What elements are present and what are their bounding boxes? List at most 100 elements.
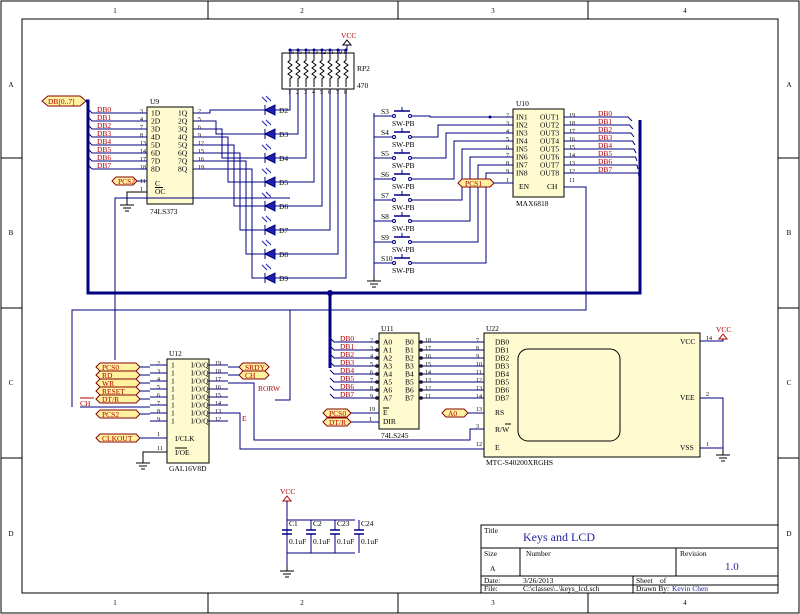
- revision-label: Revision: [680, 549, 707, 558]
- u9-d-pin-number: 7: [140, 125, 143, 131]
- u9-d-pin-number: 3: [140, 109, 143, 115]
- u12-ports: PCS0RDWRRESETDT/RCHPCS2CLKOUTSRDYCHRORWE: [71, 197, 484, 450]
- switch-type: SW-PB: [392, 119, 415, 128]
- u12-e-wire: [228, 412, 484, 450]
- u12-in-pin-number: 9: [157, 417, 160, 423]
- rp2-bottom-pin: 1: [288, 90, 291, 96]
- pcs1-port: PCS1: [457, 178, 513, 188]
- u12-in-pin-number: 8: [157, 409, 160, 415]
- u9-q-pin-number: 12: [198, 141, 204, 147]
- u11-a-pin: A7: [383, 394, 392, 403]
- u10-out-pin: OUT8: [540, 169, 559, 178]
- column-marker-bottom: 3: [491, 599, 495, 607]
- u12-in-port-label: DT/R: [102, 395, 119, 404]
- u9-q-pin-number: 9: [198, 133, 201, 139]
- column-marker-top: 2: [300, 7, 304, 15]
- u12-e-label: E: [242, 414, 247, 423]
- u22-db-pin-number: 14: [476, 394, 482, 400]
- wire: [142, 451, 167, 458]
- wire: [126, 191, 147, 200]
- u10-in-pin-number: 9: [506, 169, 509, 175]
- led-body: [263, 200, 276, 212]
- u11-ref: U11: [381, 324, 394, 333]
- switch-array: S3SW-PBS4SW-PBS5SW-PBS6SW-PBS7SW-PBS8SW-…: [367, 107, 513, 288]
- u12-clk-pin: I/CLK: [175, 434, 195, 443]
- inner-frame: [21, 18, 779, 594]
- u12-clkout-port-label: CLKOUT: [102, 434, 133, 443]
- led-body: [263, 224, 276, 236]
- switch-ref: S5: [381, 149, 389, 158]
- u9-q-to-led-wire: [193, 109, 265, 114]
- wire: [700, 397, 724, 450]
- column-marker-top: 4: [683, 7, 687, 15]
- switch-type: SW-PB: [392, 203, 415, 212]
- u10-in-pin-number: 4: [506, 129, 509, 135]
- revision-value: 1.0: [725, 561, 739, 573]
- u22-db-pin-number: 8: [476, 346, 479, 352]
- u10-in-pin-number: 5: [506, 137, 509, 143]
- u9-part: 74LS373: [150, 207, 178, 216]
- capacitor-ref: C24: [361, 519, 374, 528]
- u11-b-pin-number: 12: [425, 386, 431, 392]
- u11-e-pin-number: 19: [369, 407, 375, 413]
- u22-rw-pin: R/W: [495, 425, 510, 434]
- u11-b-pin-number: 13: [425, 378, 431, 384]
- u11-e-pin: E: [383, 408, 388, 417]
- u9-q-to-led-wire: [193, 120, 265, 135]
- u10-db-label: DB7: [598, 165, 612, 174]
- vcc-label-caps: VCC: [280, 487, 295, 496]
- row-marker-right: B: [787, 229, 792, 237]
- capacitor-value: 0.1uF: [313, 537, 330, 546]
- row-marker-left: C: [9, 379, 14, 387]
- column-marker-bottom: 2: [300, 599, 304, 607]
- u10-out-pin-number: 13: [569, 161, 575, 167]
- u22-e-pin-number: 12: [476, 442, 482, 448]
- rp2-ref: RP2: [357, 64, 370, 73]
- column-marker-bottom: 1: [113, 599, 117, 607]
- u22-vee-pin-number: 2: [706, 392, 709, 398]
- rp2-resistor-pack: 16115214313412511610798 RP2 470: [281, 48, 370, 96]
- u22-db-pin-number: 12: [476, 378, 482, 384]
- u9-pcs2-port-label: PCS2: [118, 177, 135, 186]
- u11-b-pin-number: 14: [425, 370, 431, 376]
- vcc-symbol-top: VCC: [290, 31, 356, 51]
- u11-a-pin-number: 8: [370, 386, 373, 392]
- size-label: Size: [484, 549, 498, 558]
- rp2-bottom-pin: 5: [320, 90, 323, 96]
- u11-b-pin-number: 11: [425, 394, 431, 400]
- u22-part: MTC-S40200XRGHS: [486, 458, 553, 467]
- led-body: [263, 152, 276, 164]
- led-body: [263, 176, 276, 188]
- u12-rorw-label: RORW: [258, 384, 281, 393]
- u10-ref: U10: [516, 99, 529, 108]
- u11-a-pin-number: 7: [370, 378, 373, 384]
- u10-in-pin-number: 7: [506, 153, 509, 159]
- switch-ref: S4: [381, 128, 389, 137]
- u12-ch-port-label: CH: [245, 371, 256, 380]
- row-marker-left: A: [8, 81, 13, 89]
- u9-oc-pin: OC: [155, 187, 165, 196]
- led-body: [263, 104, 276, 116]
- size-value: A: [490, 564, 496, 573]
- switch-ref: S10: [381, 254, 393, 263]
- switch-type: SW-PB: [392, 140, 415, 149]
- u9-q-pin-number: 15: [198, 149, 204, 155]
- u11-dtr-port-label: DT/R: [329, 418, 346, 427]
- row-marker-right: A: [786, 81, 791, 89]
- u10-out-pin-number: 14: [569, 153, 575, 159]
- title-block: Title Keys and LCD Size A Number Revisio…: [480, 524, 779, 594]
- u9-q-to-led-wire: [193, 160, 265, 255]
- u22-db-pin-number: 11: [476, 370, 482, 376]
- u9-ref: U9: [150, 97, 159, 106]
- u11-b-pin-number: 15: [425, 362, 431, 368]
- u12-io-pin-number: 15: [215, 393, 221, 399]
- u9-q-pin-number: 5: [198, 117, 201, 123]
- u11-part: 74LS245: [381, 431, 409, 440]
- u22-rs-pin-number: 13: [476, 407, 482, 413]
- switch-type: SW-PB: [392, 224, 415, 233]
- u12-io-pin-number: 13: [215, 409, 221, 415]
- u11-dir-pin: DIR: [383, 417, 396, 426]
- vcc-label-top: VCC: [341, 31, 356, 40]
- ground-symbol: [136, 458, 150, 470]
- u22-e-pin: E: [495, 443, 500, 452]
